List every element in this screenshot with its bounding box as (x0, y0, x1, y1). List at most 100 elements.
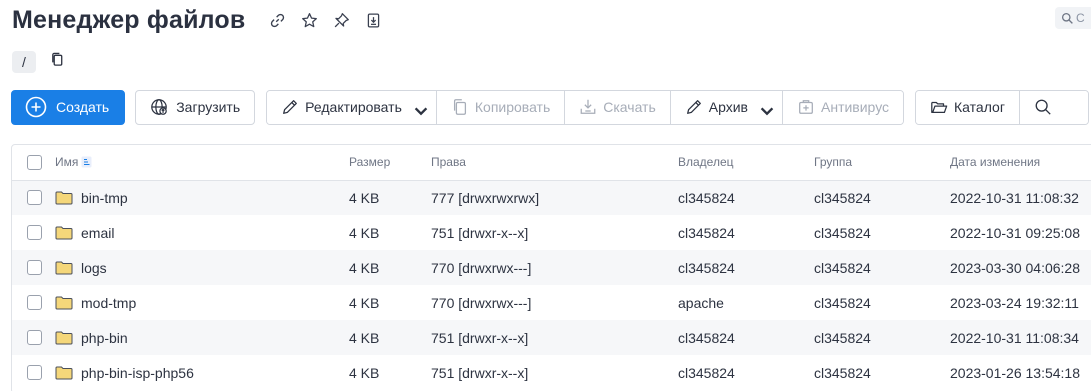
file-owner: apache (678, 294, 724, 311)
file-owner: cl345824 (678, 224, 735, 241)
column-group-header[interactable]: Группа (814, 145, 950, 181)
create-button[interactable]: Создать (11, 89, 126, 125)
file-name[interactable]: php-bin-isp-php56 (81, 365, 194, 381)
file-group: cl345824 (814, 224, 871, 241)
chevron-down-icon (412, 102, 428, 116)
select-all-checkbox[interactable] (27, 154, 42, 170)
file-name[interactable]: php-bin (81, 330, 128, 346)
row-checkbox[interactable] (27, 365, 42, 380)
file-modified: 2022-10-31 11:08:32 (950, 180, 1091, 215)
breadcrumb: / (12, 51, 65, 73)
select-all-cell (12, 145, 55, 181)
file-size: 4 KB (349, 320, 431, 355)
file-modified: 2022-10-31 11:08:34 (950, 320, 1091, 355)
file-group: cl345824 (814, 250, 950, 285)
column-owner-header[interactable]: Владелец (678, 145, 814, 181)
table-body: bin-tmp 4 KB 777 [drwxrwxrwx] cl345824 c… (12, 180, 1091, 390)
top-search-input[interactable]: С (1055, 7, 1091, 29)
sort-icon[interactable] (81, 156, 92, 168)
row-checkbox[interactable] (27, 190, 42, 206)
file-owner: cl345824 (678, 180, 814, 215)
top-search-placeholder: С (1076, 11, 1085, 25)
catalog-group: Каталог (915, 89, 1089, 125)
copy-icon (453, 99, 466, 115)
file-name[interactable]: mod-tmp (81, 295, 136, 311)
archive-button[interactable]: Архив (670, 90, 783, 124)
download-button[interactable]: Скачать (565, 90, 671, 124)
search-icon (1061, 12, 1073, 24)
link-icon[interactable] (267, 10, 287, 30)
file-modified: 2023-03-24 19:32:11 (950, 294, 1079, 311)
table-row[interactable]: mod-tmp 4 KB 770 [drwxrwx---] apache cl3… (12, 285, 1091, 320)
title-row: Менеджер файлов (12, 0, 383, 40)
copy-button[interactable]: Копировать (436, 90, 566, 124)
copy-label: Копировать (474, 99, 551, 115)
table-row[interactable]: email 4 KB 751 [drwxr-x--x] cl345824 cl3… (12, 215, 1091, 250)
plus-box-icon (799, 100, 813, 114)
table-header-row: Имя Размер Права Владелец Группа Дата из… (12, 145, 1091, 181)
file-size: 4 KB (349, 364, 380, 381)
file-size: 4 KB (349, 224, 380, 241)
table-row[interactable]: php-bin 4 KB 751 [drwxr-x--x] cl345824 c… (12, 320, 1091, 355)
star-icon[interactable] (299, 10, 319, 30)
catalog-button[interactable]: Каталог (916, 90, 1020, 124)
file-rights: 777 [drwxrwxrwx] (431, 180, 678, 215)
edit-label: Редактировать (305, 99, 402, 115)
table-row[interactable]: logs 4 KB 770 [drwxrwx---] cl345824 cl34… (12, 250, 1091, 285)
page-title: Менеджер файлов (12, 5, 246, 34)
row-checkbox[interactable] (27, 225, 42, 240)
pencil-icon (686, 100, 701, 114)
file-actions-group: Редактировать Копировать Скачать Архив А… (266, 89, 905, 125)
file-modified: 2022-10-31 09:25:08 (950, 224, 1080, 241)
antivirus-label: Антивирус (821, 99, 890, 115)
file-group: cl345824 (814, 320, 950, 355)
folder-icon (55, 331, 73, 344)
title-actions (267, 10, 383, 30)
file-name[interactable]: email (81, 225, 114, 241)
edit-button[interactable]: Редактировать (267, 90, 437, 124)
catalog-label: Каталог (954, 99, 1005, 115)
file-group: cl345824 (814, 180, 950, 215)
file-owner: cl345824 (678, 364, 735, 381)
row-checkbox[interactable] (27, 260, 42, 275)
search-icon (1035, 99, 1051, 115)
download-tray-icon (580, 99, 596, 114)
column-rights-header[interactable]: Права (431, 145, 678, 181)
file-size: 4 KB (349, 250, 431, 285)
file-name[interactable]: logs (81, 260, 107, 276)
download-doc-icon[interactable] (363, 10, 383, 30)
row-checkbox[interactable] (27, 295, 42, 310)
file-owner: cl345824 (678, 320, 814, 355)
file-size: 4 KB (349, 294, 380, 311)
file-group: cl345824 (814, 294, 871, 311)
file-rights: 751 [drwxr-x--x] (431, 364, 529, 381)
file-modified: 2023-03-30 04:06:28 (950, 250, 1091, 285)
copy-path-icon[interactable] (50, 52, 65, 72)
upload-label: Загрузить (176, 99, 241, 115)
folder-icon (55, 366, 73, 379)
create-label: Создать (56, 99, 110, 115)
toolbar: Создать Загрузить Редактировать Копирова… (11, 89, 1089, 125)
upload-button[interactable]: Загрузить (135, 89, 256, 125)
folder-open-icon (931, 101, 948, 114)
column-size-header[interactable]: Размер (349, 145, 431, 181)
row-checkbox[interactable] (27, 330, 42, 345)
table-row[interactable]: php-bin-isp-php56 4 KB 751 [drwxr-x--x] … (12, 355, 1091, 390)
file-name[interactable]: bin-tmp (81, 190, 128, 206)
antivirus-button[interactable]: Антивирус (783, 90, 904, 124)
file-modified: 2023-01-26 13:54:18 (950, 364, 1080, 381)
table-row[interactable]: bin-tmp 4 KB 777 [drwxrwxrwx] cl345824 c… (12, 180, 1091, 215)
breadcrumb-root[interactable]: / (12, 51, 36, 73)
file-rights: 770 [drwxrwx---] (431, 294, 532, 311)
column-name-header[interactable]: Имя (55, 145, 349, 181)
chevron-down-icon (758, 102, 774, 116)
column-modified-header[interactable]: Дата изменения (950, 145, 1091, 181)
search-button[interactable] (1019, 90, 1088, 124)
pin-icon[interactable] (331, 10, 351, 30)
archive-label: Архив (708, 99, 748, 115)
file-group: cl345824 (814, 364, 871, 381)
pencil-icon (283, 100, 298, 114)
folder-icon (55, 191, 73, 205)
folder-icon (55, 261, 73, 274)
file-rights: 770 [drwxrwx---] (431, 250, 678, 285)
